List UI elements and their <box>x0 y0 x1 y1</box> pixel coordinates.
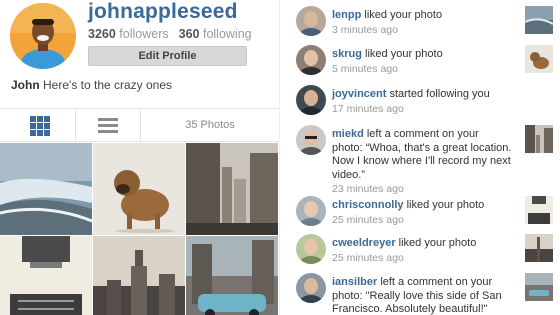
feed-username[interactable]: chrisconnolly <box>332 199 404 211</box>
feed-time: 5 minutes ago <box>332 62 398 75</box>
feed-photo-thumbnail[interactable] <box>525 6 553 34</box>
photo-count: 35 Photos <box>140 109 279 142</box>
feed-photo-thumbnail[interactable] <box>525 45 553 73</box>
user-avatar[interactable] <box>296 45 326 75</box>
profile-bio: John Here's to the crazy ones <box>11 78 172 92</box>
feed-username[interactable]: cweeldreyer <box>332 237 396 249</box>
feed-item-text: joyvincent started following you 17 minu… <box>332 88 512 116</box>
feed-username[interactable]: joyvincent <box>332 88 386 100</box>
grid-icon <box>30 116 50 136</box>
feed-time: 25 minutes ago <box>332 213 404 226</box>
feed-time: 17 minutes ago <box>332 102 404 115</box>
feed-item-text: iansilber left a comment on your photo: … <box>332 276 512 315</box>
user-avatar[interactable] <box>296 6 326 36</box>
following-count[interactable]: 360 <box>179 27 200 41</box>
feed-time: 25 minutes ago <box>332 251 404 264</box>
user-avatar[interactable] <box>296 234 326 264</box>
photo-thumbnail[interactable] <box>186 236 278 315</box>
list-icon <box>98 118 118 134</box>
feed-item-text: skrug liked your photo 5 minutes ago <box>332 48 512 76</box>
feed-item-text: chrisconnolly liked your photo 25 minute… <box>332 199 512 227</box>
photo-thumbnail[interactable] <box>93 236 185 315</box>
following-label[interactable]: following <box>203 27 252 41</box>
feed-action: liked your photo <box>406 199 485 211</box>
feed-photo-thumbnail[interactable] <box>525 196 553 224</box>
feed-time: 3 minutes ago <box>332 23 398 36</box>
feed-photo-thumbnail[interactable] <box>525 234 553 262</box>
edit-profile-button[interactable]: Edit Profile <box>88 46 247 66</box>
photo-grid <box>0 143 279 315</box>
feed-item-text: cweeldreyer liked your photo 25 minutes … <box>332 237 512 265</box>
bio-text: Here's to the crazy ones <box>43 78 173 92</box>
user-avatar[interactable] <box>296 273 326 303</box>
list-view-button[interactable] <box>75 109 140 142</box>
user-avatar[interactable] <box>296 196 326 226</box>
user-avatar[interactable] <box>296 85 326 115</box>
profile-panel: johnappleseed 3260 followers 360 followin… <box>0 0 279 315</box>
bio-name: John <box>11 78 40 92</box>
feed-action: started following you <box>389 88 490 100</box>
photo-thumbnail[interactable] <box>0 236 92 315</box>
feed-photo-thumbnail[interactable] <box>525 273 553 301</box>
profile-avatar[interactable] <box>10 3 76 69</box>
grid-view-button[interactable] <box>0 109 75 142</box>
photo-thumbnail[interactable] <box>186 143 278 235</box>
feed-action: liked your photo <box>365 48 443 60</box>
feed-action: liked your photo <box>398 237 477 249</box>
photo-thumbnail[interactable] <box>0 143 92 235</box>
feed-username[interactable]: iansilber <box>332 276 377 288</box>
profile-stats: 3260 followers 360 following <box>88 27 252 41</box>
photo-thumbnail[interactable] <box>93 143 185 235</box>
user-avatar[interactable] <box>296 125 326 155</box>
followers-label[interactable]: followers <box>119 27 168 41</box>
feed-action: liked your photo <box>364 9 443 21</box>
feed-time: 23 minutes ago <box>332 183 404 195</box>
activity-feed: lenpp liked your photo 3 minutes ago skr… <box>279 0 560 315</box>
feed-username[interactable]: skrug <box>332 48 362 60</box>
feed-username[interactable]: lenpp <box>332 9 361 21</box>
feed-photo-thumbnail[interactable] <box>525 125 553 153</box>
feed-item-text: miekd left a comment on your photo: “Who… <box>332 128 512 197</box>
view-toggle-bar: 35 Photos <box>0 108 279 142</box>
followers-count[interactable]: 3260 <box>88 27 116 41</box>
feed-username[interactable]: miekd <box>332 128 364 140</box>
feed-item-text: lenpp liked your photo 3 minutes ago <box>332 9 512 37</box>
profile-username: johnappleseed <box>88 0 238 23</box>
